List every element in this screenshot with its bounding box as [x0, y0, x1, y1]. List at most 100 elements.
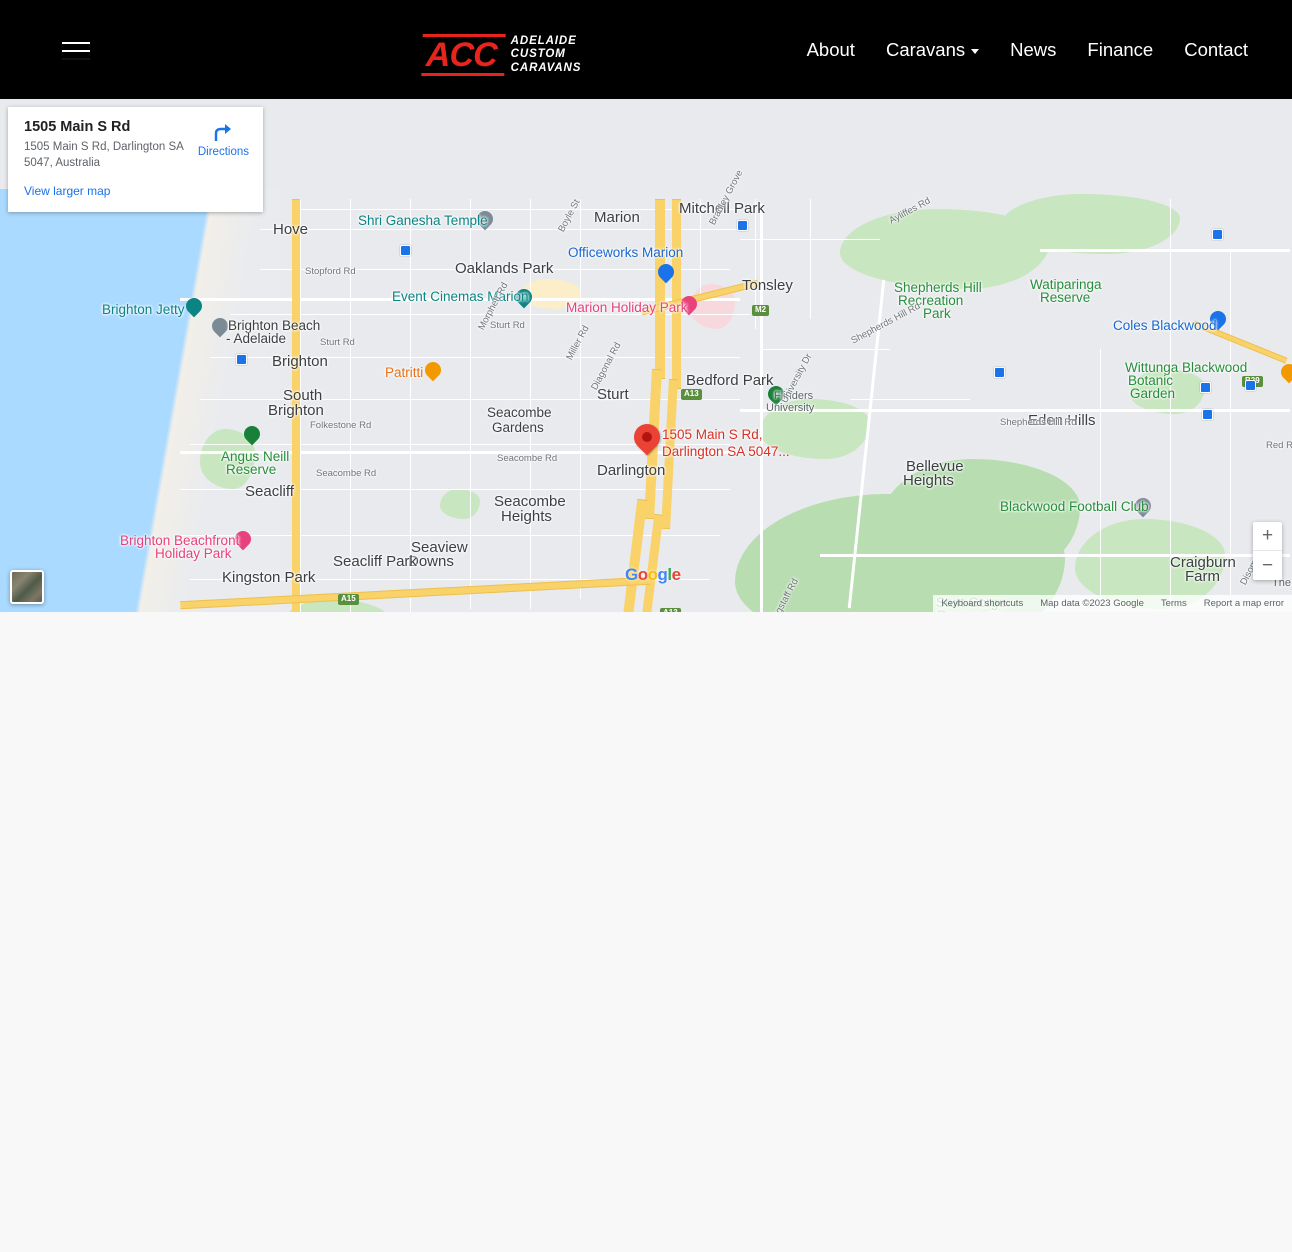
- logo-wordmark: ADELAIDE CUSTOM CARAVANS: [511, 35, 582, 76]
- satellite-view-toggle[interactable]: [10, 570, 44, 604]
- nav-label: Finance: [1087, 38, 1154, 60]
- route-shield-a15: A15: [338, 594, 359, 605]
- logo-line-3: CARAVANS: [510, 61, 582, 74]
- marker-label-line1: 1505 Main S Rd,: [662, 427, 763, 442]
- nav-label: About: [806, 38, 855, 60]
- map-label-seacombe-rd: Seacombe Rd: [497, 453, 558, 464]
- logo-line-2: CUSTOM: [510, 48, 566, 61]
- map-label-coles: Coles Blackwood: [1113, 318, 1217, 333]
- nav-item-about[interactable]: About: [807, 39, 855, 61]
- route-shield-m2: M2: [752, 305, 770, 316]
- chevron-down-icon: [971, 49, 980, 54]
- map-label-bedford-park: Bedford Park: [686, 372, 774, 389]
- map-label-event-cinemas: Event Cinemas Marion: [392, 289, 529, 304]
- keyboard-shortcuts-link[interactable]: Keyboard shortcuts: [941, 598, 1023, 609]
- map-label-brighton: Brighton: [272, 353, 328, 370]
- hamburger-icon[interactable]: [62, 42, 90, 60]
- map-label-stopford-rd: Stopford Rd: [305, 266, 356, 277]
- map-pin-patritti[interactable]: [421, 358, 445, 384]
- map-marker-location[interactable]: [628, 418, 666, 460]
- map-label-officeworks: Officeworks Marion: [568, 245, 684, 260]
- transit-icon[interactable]: [400, 245, 411, 256]
- transit-icon[interactable]: [1212, 229, 1223, 240]
- site-header: ACC ADELAIDE CUSTOM CARAVANS About Carav…: [0, 0, 1292, 99]
- transit-icon[interactable]: [994, 367, 1005, 378]
- directions-icon: [215, 124, 232, 141]
- nav-item-news[interactable]: News: [1010, 39, 1056, 61]
- map-marker-label: 1505 Main S Rd, Darlington SA 5047...: [662, 427, 790, 461]
- zoom-in-button[interactable]: +: [1253, 522, 1282, 551]
- hamburger-line: [62, 58, 90, 60]
- map-label-seacombe-gardens-1: Seacombe: [487, 405, 552, 420]
- map-label-sturt-rd-2: Sturt Rd: [490, 320, 525, 331]
- transit-icon[interactable]: [236, 354, 247, 365]
- map-label-brighton-jetty: Brighton Jetty: [102, 302, 185, 317]
- google-logo-watermark: Google: [625, 565, 681, 584]
- nav-label: Caravans: [885, 38, 966, 60]
- google-map-embed[interactable]: M2 M2 A13 A13 A15 A15 B29: [0, 99, 1292, 612]
- map-label-marion-holiday: Marion Holiday Park: [566, 300, 688, 315]
- map-label-seacliff: Seacliff: [245, 483, 294, 500]
- map-info-card: 1505 Main S Rd 1505 Main S Rd, Darlingto…: [8, 107, 263, 212]
- map-label-diagonal-rd: Diagonal Rd: [589, 340, 624, 393]
- map-data-text: Map data ©2023 Google: [1040, 598, 1144, 609]
- map-label-seacombe-rd-2: Seacombe Rd: [316, 468, 377, 479]
- map-pin-reserve[interactable]: [240, 422, 264, 448]
- zoom-out-button[interactable]: −: [1253, 551, 1282, 580]
- hamburger-line: [62, 42, 90, 44]
- map-label-hove: Hove: [273, 221, 309, 238]
- directions-link[interactable]: Directions: [198, 123, 249, 158]
- map-label-sturt: Sturt: [597, 386, 629, 403]
- map-label-angus-neill-2: Reserve: [226, 462, 277, 477]
- map-label-bradley-grove: Bradley Grove: [707, 168, 746, 228]
- logo-mark: ACC: [421, 34, 506, 76]
- nav-label: News: [1010, 38, 1057, 60]
- marker-label-line2: Darlington SA 5047...: [662, 443, 790, 459]
- map-pin-officeworks[interactable]: [654, 260, 678, 286]
- map-label-shepherds-hill-rd-2: Shepherds Hill Rd: [1000, 417, 1077, 428]
- map-park: [1000, 194, 1180, 254]
- main-navigation: About Caravans News Finance Contact: [807, 0, 1248, 99]
- map-label-beachfront-2: Holiday Park: [155, 546, 232, 561]
- map-label-seacombe-gardens-2: Gardens: [492, 420, 544, 435]
- transit-icon[interactable]: [1245, 380, 1256, 391]
- map-pin-poi[interactable]: [1277, 360, 1292, 386]
- transit-icon[interactable]: [737, 220, 748, 231]
- map-label-flinders-2: University: [766, 402, 815, 414]
- nav-item-caravans[interactable]: Caravans: [885, 38, 980, 61]
- nav-item-contact[interactable]: Contact: [1184, 39, 1248, 61]
- nav-item-finance[interactable]: Finance: [1087, 39, 1153, 61]
- nav-label: Contact: [1184, 38, 1248, 60]
- map-label-kingston-park: Kingston Park: [222, 569, 316, 586]
- map-label-south-brighton-2: Brighton: [268, 402, 324, 419]
- directions-label: Directions: [197, 146, 249, 158]
- map-zoom-controls: + −: [1253, 522, 1282, 580]
- map-label-folkestone-rd: Folkestone Rd: [310, 420, 372, 431]
- map-attribution-bar: Keyboard shortcuts Map data ©2023 Google…: [933, 595, 1292, 612]
- contact-section: Contact Details 1505-1507 Main South Roa…: [0, 612, 1292, 1252]
- logo-line-1: ADELAIDE: [510, 34, 577, 47]
- view-larger-map-link[interactable]: View larger map: [24, 184, 110, 198]
- map-label-craigburn-2: Farm: [1185, 568, 1220, 585]
- map-label-brighton-beach-2: - Adelaide: [226, 331, 287, 346]
- map-label-shepherds-hill-rd: Shepherds Hill Rd: [849, 300, 923, 347]
- map-label-tonsley: Tonsley: [742, 277, 793, 294]
- map-park: [440, 489, 480, 519]
- terms-link[interactable]: Terms: [1161, 598, 1187, 609]
- map-label-blackwood-fc: Blackwood Football Club: [1000, 499, 1149, 514]
- map-label-shepherds-3: Park: [923, 306, 951, 321]
- map-label-seacliff-park: Seacliff Park: [333, 553, 417, 570]
- report-map-error-link[interactable]: Report a map error: [1204, 598, 1284, 609]
- map-label-bellevue-2: Heights: [903, 472, 954, 489]
- map-pin-jetty[interactable]: [182, 294, 206, 320]
- hamburger-line: [62, 50, 90, 52]
- map-label-shri-ganesha: Shri Ganesha Temple: [358, 213, 488, 228]
- map-label-marion: Marion: [594, 209, 640, 226]
- map-label-patritti: Patritti: [385, 365, 424, 380]
- map-label-wittunga-3: Garden: [1130, 386, 1176, 401]
- site-logo[interactable]: ACC ADELAIDE CUSTOM CARAVANS: [421, 34, 582, 76]
- map-label-oaklands-park: Oaklands Park: [455, 260, 554, 277]
- map-label-red-r: Red R: [1266, 440, 1292, 451]
- transit-icon[interactable]: [1202, 409, 1213, 420]
- transit-icon[interactable]: [1200, 382, 1211, 393]
